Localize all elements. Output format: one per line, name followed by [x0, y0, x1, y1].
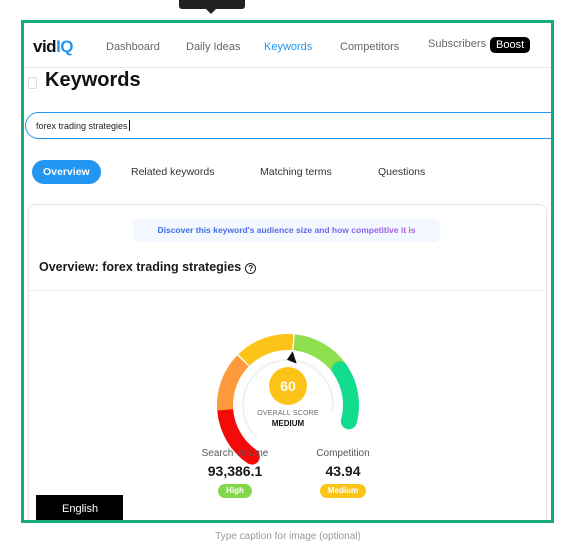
score-level: MEDIUM	[271, 419, 305, 428]
stat-label: Search volume	[201, 448, 269, 459]
tab-matching-terms[interactable]: Matching terms	[260, 160, 332, 184]
logo-prefix: vid	[33, 37, 57, 56]
page-title: Keywords	[45, 69, 141, 91]
gauge-needle-icon	[286, 351, 297, 364]
search-value: forex trading strategies	[36, 121, 128, 131]
overview-card: Discover this keyword's audience size an…	[28, 204, 547, 520]
boost-badge[interactable]: Boost	[490, 37, 531, 53]
nav-item-daily-ideas[interactable]: Daily Ideas	[186, 41, 240, 53]
gauge-segment-very-high	[331, 361, 359, 430]
keyword-search-input[interactable]: forex trading strategies	[25, 112, 551, 139]
nav-item-dashboard[interactable]: Dashboard	[106, 41, 160, 53]
checkbox-icon[interactable]	[28, 77, 37, 89]
gauge-segment-medium	[238, 334, 294, 366]
image-frame: vidIQ Dashboard Daily Ideas Keywords Com…	[21, 20, 554, 523]
page-header: Keywords	[24, 69, 551, 99]
competition-badge: Medium	[319, 484, 367, 498]
gauge-segment-low	[217, 355, 249, 411]
tab-questions[interactable]: Questions	[378, 160, 425, 184]
top-nav: vidIQ Dashboard Daily Ideas Keywords Com…	[24, 23, 551, 68]
tab-overview[interactable]: Overview	[32, 160, 101, 184]
vidiq-logo[interactable]: vidIQ	[33, 37, 74, 57]
nav-item-competitors[interactable]: Competitors	[340, 41, 399, 53]
gauge-segment-high	[293, 334, 346, 374]
stat-search-volume: Search volume 93,386.1 High	[180, 448, 290, 498]
screenshot-content: vidIQ Dashboard Daily Ideas Keywords Com…	[24, 23, 551, 520]
score-badge: 60	[269, 367, 307, 405]
tab-related-keywords[interactable]: Related keywords	[131, 160, 214, 184]
stat-label: Competition	[316, 448, 370, 459]
score-label: OVERALL SCORE	[257, 410, 319, 417]
keyword-tabs: Overview Related keywords Matching terms…	[24, 160, 551, 184]
nav-item-subscribers[interactable]: Subscribers	[428, 38, 486, 50]
stat-competition: Competition 43.94 Medium	[288, 448, 398, 498]
stat-value: 43.94	[325, 463, 361, 479]
text-caret	[128, 120, 130, 131]
caption-input[interactable]: Type caption for image (optional)	[0, 531, 576, 542]
language-selector[interactable]: English	[36, 495, 123, 520]
tooltip-pointer	[179, 0, 245, 14]
stat-value: 93,386.1	[207, 463, 263, 479]
logo-suffix: IQ	[56, 37, 74, 56]
volume-badge: High	[218, 484, 252, 498]
nav-item-keywords[interactable]: Keywords	[264, 41, 312, 53]
